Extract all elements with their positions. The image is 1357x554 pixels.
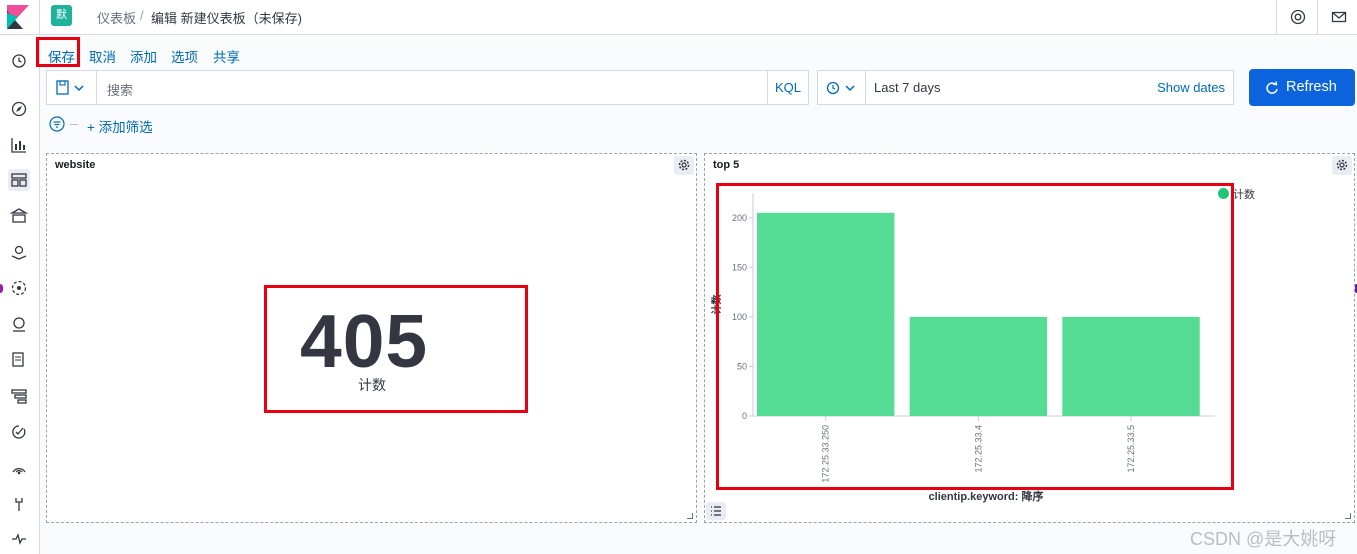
- monitoring-icon[interactable]: [8, 528, 30, 550]
- panel-title: top 5: [713, 159, 740, 171]
- top-header: 默 仪表板 / 编辑 新建仪表板（未保存): [0, 0, 1357, 35]
- date-picker: Last 7 days Show dates: [817, 70, 1234, 105]
- share-button[interactable]: 共享: [213, 46, 240, 66]
- machine-learning-icon[interactable]: [8, 277, 30, 299]
- search-input[interactable]: 搜索: [107, 80, 133, 99]
- maps-icon[interactable]: [8, 241, 30, 263]
- quick-menu-button[interactable]: [818, 71, 866, 104]
- panel-title: website: [55, 159, 96, 171]
- add-filter-button[interactable]: + 添加筛选: [87, 116, 153, 136]
- list-icon: [711, 506, 721, 516]
- gear-icon: [1336, 159, 1348, 171]
- gear-icon: [678, 159, 690, 171]
- breadcrumb-dashboards[interactable]: 仪表板: [97, 8, 136, 27]
- resize-handle[interactable]: [687, 513, 693, 519]
- refresh-label: Refresh: [1286, 79, 1337, 95]
- breadcrumb-current: 编辑 新建仪表板（未保存): [151, 11, 302, 26]
- metric-value: 405: [300, 299, 429, 383]
- clock-icon: [826, 81, 855, 95]
- logs-icon[interactable]: [8, 349, 30, 371]
- mail-icon: [1331, 11, 1347, 23]
- discover-icon[interactable]: [8, 98, 30, 120]
- legend-label[interactable]: 计数: [1233, 186, 1255, 202]
- x-axis-title: clientip.keyword: 降序: [929, 489, 1044, 503]
- dev-tools-icon[interactable]: [8, 493, 30, 515]
- panel-options-button[interactable]: [1332, 156, 1352, 175]
- refresh-icon: [1266, 81, 1278, 94]
- kibana-logo-icon[interactable]: [7, 5, 29, 29]
- show-dates-button[interactable]: Show dates: [1157, 80, 1225, 95]
- panel-options-button[interactable]: [674, 156, 694, 175]
- canvas-icon[interactable]: [8, 205, 30, 227]
- refresh-button[interactable]: Refresh: [1249, 69, 1355, 106]
- help-button[interactable]: [1276, 0, 1317, 35]
- legend-color-dot[interactable]: [1218, 188, 1229, 199]
- uptime-icon[interactable]: [8, 421, 30, 443]
- save-disk-icon: [56, 80, 84, 95]
- filter-options-icon[interactable]: [49, 116, 65, 132]
- metric-label: 计数: [358, 377, 386, 393]
- cancel-button[interactable]: 取消: [89, 46, 116, 66]
- query-bar: 搜索 KQL: [46, 70, 809, 105]
- side-navigation: [0, 36, 40, 554]
- header-divider: [39, 0, 40, 35]
- add-panel-button[interactable]: 添加: [130, 46, 157, 66]
- filter-divider: [70, 124, 78, 125]
- help-icon: [1290, 9, 1306, 25]
- space-avatar[interactable]: 默: [51, 5, 72, 26]
- toggle-legend-button[interactable]: [706, 502, 726, 520]
- recently-viewed-icon[interactable]: [8, 50, 30, 72]
- time-range-label[interactable]: Last 7 days: [874, 80, 941, 95]
- resize-handle[interactable]: [1345, 513, 1351, 519]
- siem-icon[interactable]: [8, 457, 30, 479]
- save-highlight-box: [36, 37, 80, 67]
- apm-icon[interactable]: [8, 385, 30, 407]
- newsfeed-button[interactable]: [1317, 0, 1357, 35]
- kql-toggle-button[interactable]: KQL: [767, 71, 808, 104]
- watermark: CSDN @是大姚呀: [1190, 529, 1337, 549]
- saved-query-button[interactable]: [47, 71, 97, 104]
- options-button[interactable]: 选项: [171, 46, 198, 66]
- infrastructure-icon[interactable]: [8, 313, 30, 335]
- visualize-icon[interactable]: [8, 134, 30, 156]
- chart-highlight-box: [716, 183, 1234, 490]
- dashboard-icon[interactable]: [8, 169, 30, 191]
- breadcrumb-separator: /: [140, 8, 144, 23]
